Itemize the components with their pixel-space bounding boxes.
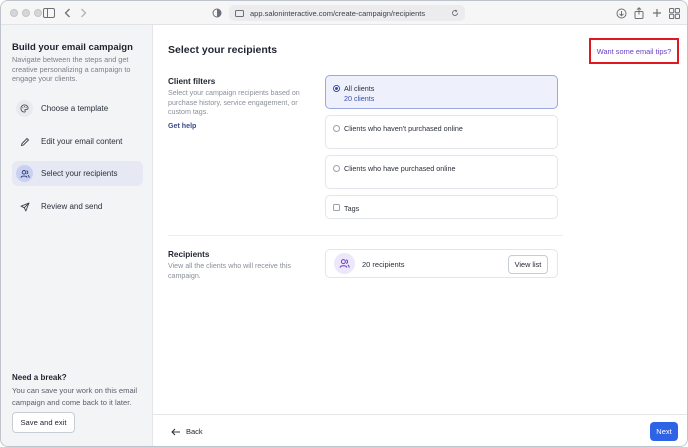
back-nav-icon[interactable] (61, 5, 73, 21)
view-list-button[interactable]: View list (508, 255, 548, 274)
back-label: Back (186, 427, 203, 436)
next-button[interactable]: Next (650, 422, 678, 441)
step-choose-template[interactable]: Choose a template (12, 96, 143, 121)
option-label: Tags (344, 204, 360, 213)
recipients-title: Recipients (168, 250, 210, 259)
browser-toolbar: app.saloninteractive.com/create-campaign… (1, 1, 687, 25)
radio-button[interactable] (333, 165, 340, 172)
section-divider (168, 235, 563, 236)
forward-nav-icon[interactable] (77, 5, 89, 21)
filter-option-all-clients[interactable]: All clients 20 clients (325, 75, 558, 109)
sidebar-toggle-icon[interactable] (42, 5, 56, 21)
back-button[interactable]: Back (171, 423, 203, 440)
option-label: Clients who have purchased online (344, 164, 456, 173)
users-icon (16, 165, 33, 182)
break-description: You can save your work on this email cam… (12, 386, 138, 407)
palette-icon (16, 100, 33, 117)
step-select-recipients[interactable]: Select your recipients (12, 161, 143, 186)
privacy-shield-icon[interactable] (211, 5, 223, 21)
browser-window: app.saloninteractive.com/create-campaign… (0, 0, 688, 447)
wizard-footer: Back Next (153, 414, 687, 446)
client-filters-title: Client filters (168, 77, 216, 86)
send-icon (16, 198, 33, 215)
step-label: Review and send (41, 202, 103, 211)
share-icon[interactable] (632, 5, 646, 21)
break-title: Need a break? (12, 373, 67, 382)
step-label: Select your recipients (41, 169, 118, 178)
step-label: Choose a template (41, 104, 109, 113)
tab-grid-icon[interactable] (667, 5, 681, 21)
filter-option-tags[interactable]: Tags (325, 195, 558, 219)
pencil-icon (16, 133, 33, 150)
filter-option-purchased-online[interactable]: Clients who have purchased online (325, 155, 558, 189)
option-client-count: 20 clients (344, 94, 375, 103)
recipients-count: 20 recipients (362, 260, 405, 269)
reload-icon[interactable] (451, 9, 459, 17)
window-minimize-dot[interactable] (22, 9, 30, 17)
step-label: Edit your email content (41, 137, 123, 146)
step-edit-email-content[interactable]: Edit your email content (12, 129, 143, 154)
new-tab-icon[interactable] (650, 5, 664, 21)
arrow-left-icon (171, 428, 181, 436)
radio-button[interactable] (333, 85, 340, 92)
filter-option-not-purchased-online[interactable]: Clients who haven't purchased online (325, 115, 558, 149)
recipients-summary-card: 20 recipients View list (325, 249, 558, 278)
email-tips-highlight: Want some email tips? (589, 38, 679, 64)
tags-checkbox[interactable] (333, 204, 340, 211)
recipients-users-icon (334, 253, 355, 274)
email-tips-link[interactable]: Want some email tips? (597, 47, 671, 56)
download-icon[interactable] (614, 5, 628, 21)
option-label: All clients (344, 84, 375, 93)
page-title: Select your recipients (168, 44, 278, 56)
window-zoom-dot[interactable] (34, 9, 42, 17)
sidebar-title: Build your email campaign (12, 42, 133, 53)
address-bar[interactable]: app.saloninteractive.com/create-campaign… (229, 5, 465, 21)
sidebar-description: Navigate between the steps and get creat… (12, 55, 131, 83)
url-text: app.saloninteractive.com/create-campaign… (250, 8, 426, 18)
tab-overview-icon (235, 9, 244, 17)
recipients-description: View all the clients who will receive th… (168, 262, 291, 280)
step-review-send[interactable]: Review and send (12, 194, 143, 219)
client-filters-description: Select your campaign recipients based on… (168, 89, 300, 116)
option-label: Clients who haven't purchased online (344, 124, 463, 133)
campaign-steps-sidebar: Build your email campaign Navigate betwe… (1, 25, 153, 446)
window-close-dot[interactable] (10, 9, 18, 17)
get-help-link[interactable]: Get help (168, 122, 196, 130)
save-and-exit-button[interactable]: Save and exit (12, 412, 75, 433)
radio-button[interactable] (333, 125, 340, 132)
